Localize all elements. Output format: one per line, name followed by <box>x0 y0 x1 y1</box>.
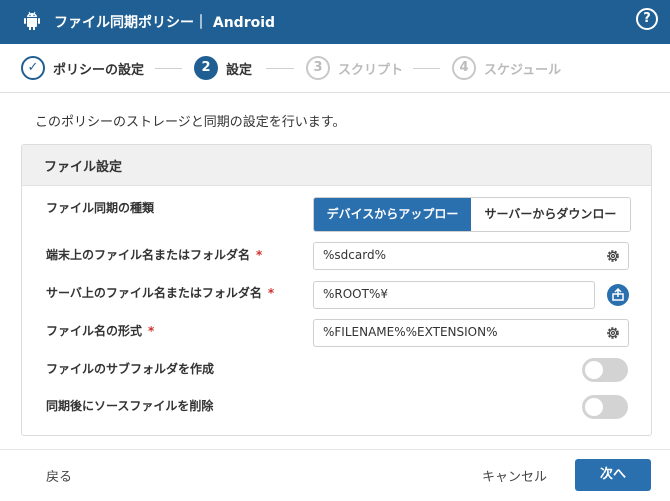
android-icon <box>24 11 40 30</box>
step-label: 設定 <box>226 63 253 78</box>
device-path-label-text: 端末上のファイル名またはフォルダ名 <box>46 248 251 262</box>
wizard-stepper: ✓ ポリシーの設定 2 設定 3 スクリプト 4 スケジュール <box>0 44 670 93</box>
step-connector <box>155 68 182 69</box>
filename-format-field[interactable]: %FILENAME%%EXTENSION% <box>313 319 629 347</box>
toggle-knob <box>585 361 603 379</box>
download-from-server-option[interactable]: サーバーからダウンロー <box>471 198 630 231</box>
step-number: 4 <box>452 56 476 80</box>
device-path-value: %sdcard% <box>323 248 386 262</box>
filename-format-label-text: ファイル名の形式 <box>46 324 143 338</box>
step-connector <box>413 68 440 69</box>
sync-type-toggle: デバイスからアップロー サーバーからダウンロー <box>313 197 631 232</box>
page-title: ファイル同期ポリシー｜ Android <box>54 15 276 31</box>
step-label: スクリプト <box>338 63 404 78</box>
required-marker: * <box>256 248 263 262</box>
step-number: 2 <box>194 56 218 80</box>
create-subfolder-label: ファイルのサブフォルダを作成 <box>46 362 215 376</box>
toggle-knob <box>585 398 603 416</box>
step-label: スケジュール <box>484 63 562 78</box>
required-marker: * <box>267 286 275 300</box>
device-path-label: 端末上のファイル名またはフォルダ名 * <box>46 246 262 263</box>
create-subfolder-toggle[interactable] <box>582 358 628 382</box>
server-path-label: サーバ上のファイル名またはフォルダ名 * <box>46 284 274 301</box>
server-path-value: %ROOT%¥ <box>323 287 388 301</box>
step-number: 3 <box>306 56 330 80</box>
step-connector <box>266 68 294 69</box>
step-label: ポリシーの設定 <box>53 63 145 78</box>
gear-icon[interactable] <box>605 325 621 341</box>
delete-source-toggle[interactable] <box>582 395 628 419</box>
filename-format-value: %FILENAME%%EXTENSION% <box>323 325 498 339</box>
back-button[interactable]: 戻る <box>46 466 72 485</box>
device-path-field[interactable]: %sdcard% <box>313 242 629 270</box>
filename-format-label: ファイル名の形式 * <box>46 322 154 339</box>
sync-type-label: ファイル同期の種類 <box>46 201 155 215</box>
checkmark-icon: ✓ <box>21 56 45 80</box>
upload-from-device-option[interactable]: デバイスからアップロー <box>314 198 471 231</box>
help-icon[interactable]: ? <box>636 8 658 30</box>
file-settings-panel: ファイル設定 ファイル同期の種類 デバイスからアップロー サーバーからダウンロー… <box>21 144 652 436</box>
server-path-field[interactable]: %ROOT%¥ <box>313 281 595 309</box>
panel-header: ファイル設定 <box>22 145 651 186</box>
footer-divider <box>0 449 670 450</box>
gear-icon[interactable] <box>605 248 621 264</box>
page-description: このポリシーのストレージと同期の設定を行います。 <box>35 115 346 130</box>
next-button[interactable]: 次へ <box>575 459 651 491</box>
panel-title: ファイル設定 <box>44 160 123 175</box>
required-marker: * <box>148 324 155 338</box>
title-bar: ファイル同期ポリシー｜ Android ? <box>0 0 670 44</box>
cancel-button[interactable]: キャンセル <box>482 466 547 485</box>
delete-source-label: 同期後にソースファイルを削除 <box>46 399 214 413</box>
browse-server-icon[interactable] <box>607 284 629 306</box>
server-path-label-text: サーバ上のファイル名またはフォルダ名 <box>46 286 262 300</box>
